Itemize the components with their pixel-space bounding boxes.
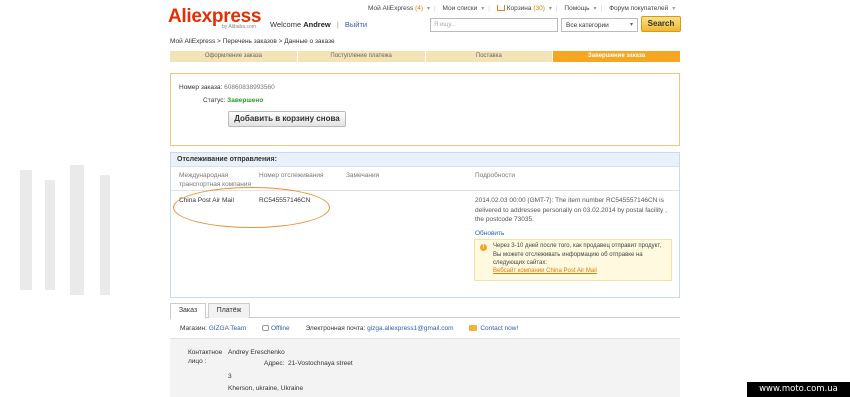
address-line-1: 21-Vostochnaya street (288, 360, 353, 367)
nav-my-lists-label: Мои списки (442, 5, 478, 12)
tracking-note-text: Через 3-10 дней после того, как продавец… (493, 243, 662, 266)
order-status-row: Статус: Завершено (203, 97, 263, 104)
nav-my-lists[interactable]: Мои списки (443, 5, 478, 12)
store-name-link[interactable]: GIZGA Team (209, 325, 246, 332)
store-label: Магазин: (180, 325, 207, 332)
order-number-row: Номер заказа: 60860838993560 (179, 84, 275, 91)
highlight-ellipse (173, 187, 330, 228)
store-email-link[interactable]: gizga.aliexpress1@gmail.com (367, 325, 453, 332)
contact-now-link: Contact now! (480, 325, 519, 332)
nav-divider: | (555, 5, 558, 12)
contact-info-box: Контактное лицо : Andrey Ereschenko Адре… (170, 338, 680, 397)
logo-ali-text: Ali (168, 6, 192, 27)
nav-help-label: Помощь (564, 5, 590, 12)
category-select[interactable]: Все категории ▾ (561, 18, 638, 32)
carrier-website-link[interactable]: Вебсайт компании China Post Air Mail (493, 268, 597, 274)
logo-subtitle: by Alibaba.com (222, 24, 256, 30)
nav-cart-label: Корзина (506, 5, 532, 12)
add-to-cart-again-button[interactable]: Добавить в корзину снова (228, 111, 346, 127)
nav-my-aliexpress-label: Мой AliExpress (368, 5, 414, 12)
user-name: Andrew (303, 20, 331, 29)
tab-payment[interactable]: Платёж (208, 303, 250, 318)
nav-divider: | (600, 5, 603, 12)
search-input[interactable]: Я ищу... (430, 18, 558, 32)
welcome-text: Welcome (270, 20, 302, 29)
col-remarks-header: Замечания (346, 172, 380, 179)
welcome-bar: Welcome Andrew | Выйти (270, 20, 367, 29)
step-completed: Завершение заказа (552, 51, 680, 62)
col-tracking-number-header: Номер отслеживания (259, 172, 324, 179)
nav-my-aliexpress-count: (4) (415, 5, 424, 12)
step-checkout: Оформление заказа (170, 51, 297, 62)
chevron-down-icon[interactable]: ▾ (549, 6, 552, 12)
address-line-2: 3 (228, 373, 232, 380)
chevron-down-icon[interactable]: ▾ (594, 6, 597, 12)
col-details-header: Подробности (475, 172, 515, 179)
order-progress-steps: Оформление заказа Поступление платежа По… (170, 51, 680, 62)
order-status-label: Статус: (203, 97, 226, 104)
tracking-note: ! Через 3-10 дней после того, как продав… (474, 239, 672, 281)
nav-divider: | (488, 5, 490, 12)
nav-divider: | (434, 5, 436, 12)
nav-cart-count: (30) (533, 5, 545, 12)
nav-forum[interactable]: Форум покупателей (609, 5, 668, 12)
contact-now[interactable]: Contact now! (469, 325, 518, 332)
chevron-down-icon: ▾ (629, 22, 633, 28)
logout-link[interactable]: Выйти (345, 20, 367, 29)
tracking-details: 2014.02.03 00:00 (GMT-7): The item numbe… (475, 197, 667, 223)
category-select-value: Все категории (566, 22, 609, 29)
search-button[interactable]: Search (641, 16, 681, 32)
store-info-row: Магазин: GIZGA Team Offline Электронная … (180, 325, 518, 332)
offline-text: Offline (270, 325, 290, 332)
background-artifact (20, 165, 110, 295)
step-shipping: Поставка (424, 51, 553, 62)
offline-status: Offline (261, 325, 290, 332)
step-payment: Поступление платежа (296, 51, 425, 62)
refresh-link[interactable]: Обновить (475, 229, 504, 239)
nav-cart[interactable]: Корзина (30) (496, 5, 545, 12)
nav-my-aliexpress[interactable]: Мой AliExpress (4) (368, 5, 423, 12)
welcome-separator: | (336, 20, 339, 29)
tracking-title: Отслеживание отправления: (171, 153, 679, 167)
nav-help[interactable]: Помощь (564, 5, 589, 12)
tab-order[interactable]: Заказ (170, 303, 206, 319)
chat-icon (261, 325, 269, 331)
address-line-3: Kherson, ukraine, Ukraine (228, 385, 304, 392)
order-summary-box: Номер заказа: 60860838993560 Статус: Зав… (170, 73, 680, 146)
message-icon (469, 325, 478, 331)
info-icon: ! (480, 244, 487, 251)
site-watermark: www.moto.com.ua (747, 382, 850, 397)
contact-person-value: Andrey Ereschenko (228, 349, 285, 356)
nav-forum-label: Форум покупателей (609, 5, 669, 12)
order-number-value: 60860838993560 (224, 84, 275, 91)
order-tabs: Заказ Платёж (170, 303, 680, 319)
address-label: Адрес: (264, 360, 285, 367)
order-number-label: Номер заказа: (179, 84, 223, 91)
chevron-down-icon[interactable]: ▾ (427, 6, 430, 12)
top-nav: Мой AliExpress (4) ▾ | Мои списки ▾ | Корзин… (368, 5, 679, 12)
email-label: Электронная почта: (305, 325, 366, 332)
cart-icon (496, 5, 505, 11)
breadcrumb[interactable]: Мой AliExpress > Перечень заказов > Данн… (170, 38, 335, 45)
order-status-value: Завершено (227, 97, 264, 104)
contact-person-label: Контактное лицо : (188, 349, 223, 365)
chevron-down-icon[interactable]: ▾ (481, 6, 484, 12)
chevron-down-icon[interactable]: ▾ (672, 6, 675, 12)
